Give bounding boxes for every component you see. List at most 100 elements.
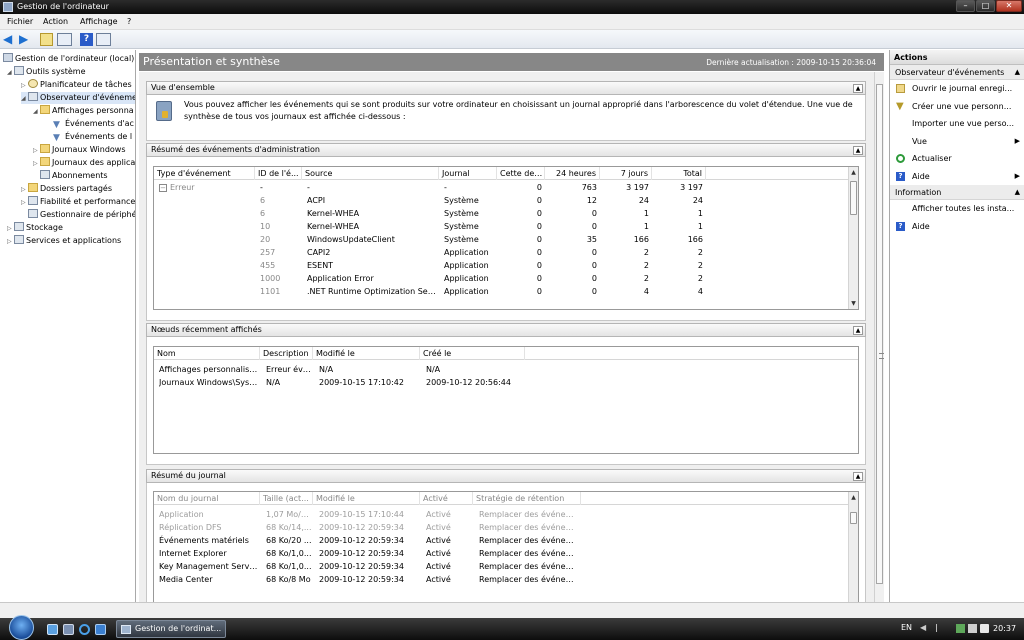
table-row[interactable]: 6 ACPI Système 0 12 24 24 [154, 194, 850, 207]
tree-node-event-viewer[interactable]: ◢ Observateur d'événeme [21, 92, 135, 105]
scroll-up-icon[interactable]: ▲ [850, 494, 857, 501]
expand-arrow-icon[interactable]: ▷ [21, 197, 28, 209]
log-summary-header[interactable]: Résumé du journal ▲ [146, 469, 866, 483]
tree-node-events-l[interactable]: ▼ Événements de l [53, 131, 132, 143]
expand-arrow-icon[interactable]: ▷ [21, 80, 28, 92]
expand-arrow-icon[interactable]: ▷ [7, 236, 14, 248]
expand-arrow-icon[interactable]: ▷ [33, 158, 40, 170]
table-row[interactable]: 257 CAPI2 Application 0 0 2 2 [154, 246, 850, 259]
column-header[interactable]: 7 jours [600, 167, 652, 180]
scroll-thumb[interactable] [876, 84, 884, 584]
column-header[interactable]: Modifié le [313, 347, 420, 360]
recent-nodes-header[interactable]: Nœuds récemment affichés ▲ [146, 323, 866, 337]
action-refresh[interactable]: Actualiser [890, 150, 1024, 168]
column-header[interactable]: Activé [420, 492, 473, 505]
tree-node-windows-logs[interactable]: ▷ Journaux Windows [33, 144, 126, 156]
actions-group-information[interactable]: Information ▲ [890, 185, 1024, 200]
tree-node-task-scheduler[interactable]: ▷ Planificateur de tâches [21, 79, 132, 91]
overview-section-header[interactable]: Vue d'ensemble ▲ [146, 81, 866, 95]
tree-node-subscriptions[interactable]: Abonnements [40, 170, 108, 182]
up-folder-icon[interactable] [40, 33, 53, 46]
menu-affichage[interactable]: Affichage [80, 17, 118, 26]
show-desktop-icon[interactable] [47, 624, 58, 635]
admin-summary-header[interactable]: Résumé des événements d'administration ▲ [146, 143, 866, 157]
chevron-left-icon[interactable]: ◀ [920, 623, 926, 632]
switch-windows-icon[interactable] [63, 624, 74, 635]
expand-arrow-icon[interactable]: ▷ [7, 223, 14, 235]
action-help[interactable]: ? Aide ▶ [890, 168, 1024, 186]
table-row[interactable]: Affichages personnalisés... Erreur évé..… [154, 363, 858, 376]
column-header[interactable]: Type d'événement [154, 167, 255, 180]
table-scrollbar[interactable]: ▲ ▼ [848, 167, 858, 309]
scroll-thumb[interactable] [850, 181, 857, 215]
column-header[interactable]: Créé le [420, 347, 525, 360]
action-open-saved-log[interactable]: Ouvrir le journal enregi... [890, 80, 1024, 98]
scroll-thumb[interactable] [850, 512, 857, 524]
action-show-all-instances[interactable]: Afficher toutes les insta... [890, 200, 1024, 218]
tree-node-custom-views[interactable]: ◢ Affichages personna [33, 105, 134, 117]
tree-node-app-logs[interactable]: ▷ Journaux des applica [33, 157, 135, 169]
back-arrow-icon[interactable]: ◀ [3, 33, 16, 46]
table-scrollbar[interactable]: ▲ [848, 492, 858, 602]
menu-fichier[interactable]: Fichier [7, 17, 33, 26]
monitor-icon[interactable] [968, 624, 977, 633]
table-row[interactable]: Internet Explorer 68 Ko/1,0... 2009-10-1… [154, 547, 850, 560]
column-header[interactable]: Source [302, 167, 439, 180]
main-scrollbar[interactable] [874, 72, 884, 602]
close-button[interactable]: ✕ [996, 0, 1022, 12]
collapse-group-icon[interactable]: − [159, 183, 167, 192]
expand-arrow-icon[interactable]: ▷ [33, 145, 40, 157]
table-row[interactable]: Événements matériels 68 Ko/20 ... 2009-1… [154, 534, 850, 547]
tree-node-device-manager[interactable]: Gestionnaire de périphé [28, 209, 135, 221]
start-button[interactable] [9, 615, 34, 640]
expand-arrow-icon[interactable]: ▷ [21, 184, 28, 196]
help-icon[interactable]: ? [80, 33, 93, 46]
tree-node-computer-management[interactable]: Gestion de l'ordinateur (local) [3, 53, 134, 65]
volume-icon[interactable] [980, 624, 989, 633]
forward-arrow-icon[interactable]: ▶ [19, 33, 32, 46]
column-header[interactable]: Taille (act... [260, 492, 313, 505]
table-row[interactable]: 10 Kernel-WHEA Système 0 0 1 1 [154, 220, 850, 233]
collapse-arrow-icon[interactable]: ◢ [33, 106, 40, 118]
collapse-arrow-icon[interactable]: ▲ [1015, 185, 1020, 200]
taskbar-window-button[interactable]: Gestion de l'ordinat... [116, 620, 226, 638]
menu-help[interactable]: ? [127, 17, 131, 26]
collapse-section-icon[interactable]: ▲ [853, 472, 863, 481]
action-view[interactable]: Vue ▶ [890, 133, 1024, 151]
table-row[interactable]: Journaux Windows\Systè... N/A 2009-10-15… [154, 376, 858, 389]
collapse-section-icon[interactable]: ▲ [853, 326, 863, 335]
table-row[interactable]: 455 ESENT Application 0 0 2 2 [154, 259, 850, 272]
column-header[interactable]: Stratégie de rétention [473, 492, 581, 505]
table-row[interactable]: Media Center 68 Ko/8 Mo 2009-10-12 20:59… [154, 573, 850, 586]
action-help-2[interactable]: ? Aide [890, 218, 1024, 236]
table-row[interactable]: Réplication DFS 68 Ko/14,... 2009-10-12 … [154, 521, 850, 534]
collapse-section-icon[interactable]: ▲ [853, 146, 863, 155]
column-header[interactable]: Total [652, 167, 706, 180]
table-row[interactable]: Application 1,07 Mo/2... 2009-10-15 17:1… [154, 508, 850, 521]
column-header[interactable]: Cette der... [497, 167, 545, 180]
maximize-button[interactable]: □ [976, 0, 995, 12]
minimize-button[interactable]: – [956, 0, 975, 12]
actions-group-event-viewer[interactable]: Observateur d'événements ▲ [890, 65, 1024, 80]
table-row[interactable]: 1000 Application Error Application 0 0 2… [154, 272, 850, 285]
table-row[interactable]: 20 WindowsUpdateClient Système 0 35 166 … [154, 233, 850, 246]
table-row[interactable]: − Erreur - - - 0 763 3 197 3 197 [154, 181, 850, 194]
column-header[interactable]: 24 heures [545, 167, 600, 180]
collapse-arrow-icon[interactable]: ◢ [21, 93, 28, 105]
column-header[interactable]: ID de l'é... [255, 167, 302, 180]
table-row[interactable]: 1101 .NET Runtime Optimization Serv... A… [154, 285, 850, 298]
table-row[interactable]: Key Management Service 68 Ko/1,0... 2009… [154, 560, 850, 573]
collapse-arrow-icon[interactable]: ▲ [1015, 65, 1020, 80]
tree-node-shared-folders[interactable]: ▷ Dossiers partagés [21, 183, 112, 195]
column-header[interactable]: Nom [154, 347, 260, 360]
tree-node-storage[interactable]: ▷ Stockage [7, 222, 63, 234]
table-row[interactable]: 6 Kernel-WHEA Système 0 0 1 1 [154, 207, 850, 220]
show-hide-action-pane-icon[interactable] [96, 33, 111, 46]
scroll-down-icon[interactable]: ▼ [850, 300, 857, 307]
tree-node-reliability[interactable]: ▷ Fiabilité et performance [21, 196, 135, 208]
scroll-up-icon[interactable]: ▲ [850, 169, 857, 176]
language-indicator[interactable]: EN [901, 623, 912, 632]
tree-node-services[interactable]: ▷ Services et applications [7, 235, 121, 247]
column-header[interactable]: Description [260, 347, 313, 360]
collapse-section-icon[interactable]: ▲ [853, 84, 863, 93]
